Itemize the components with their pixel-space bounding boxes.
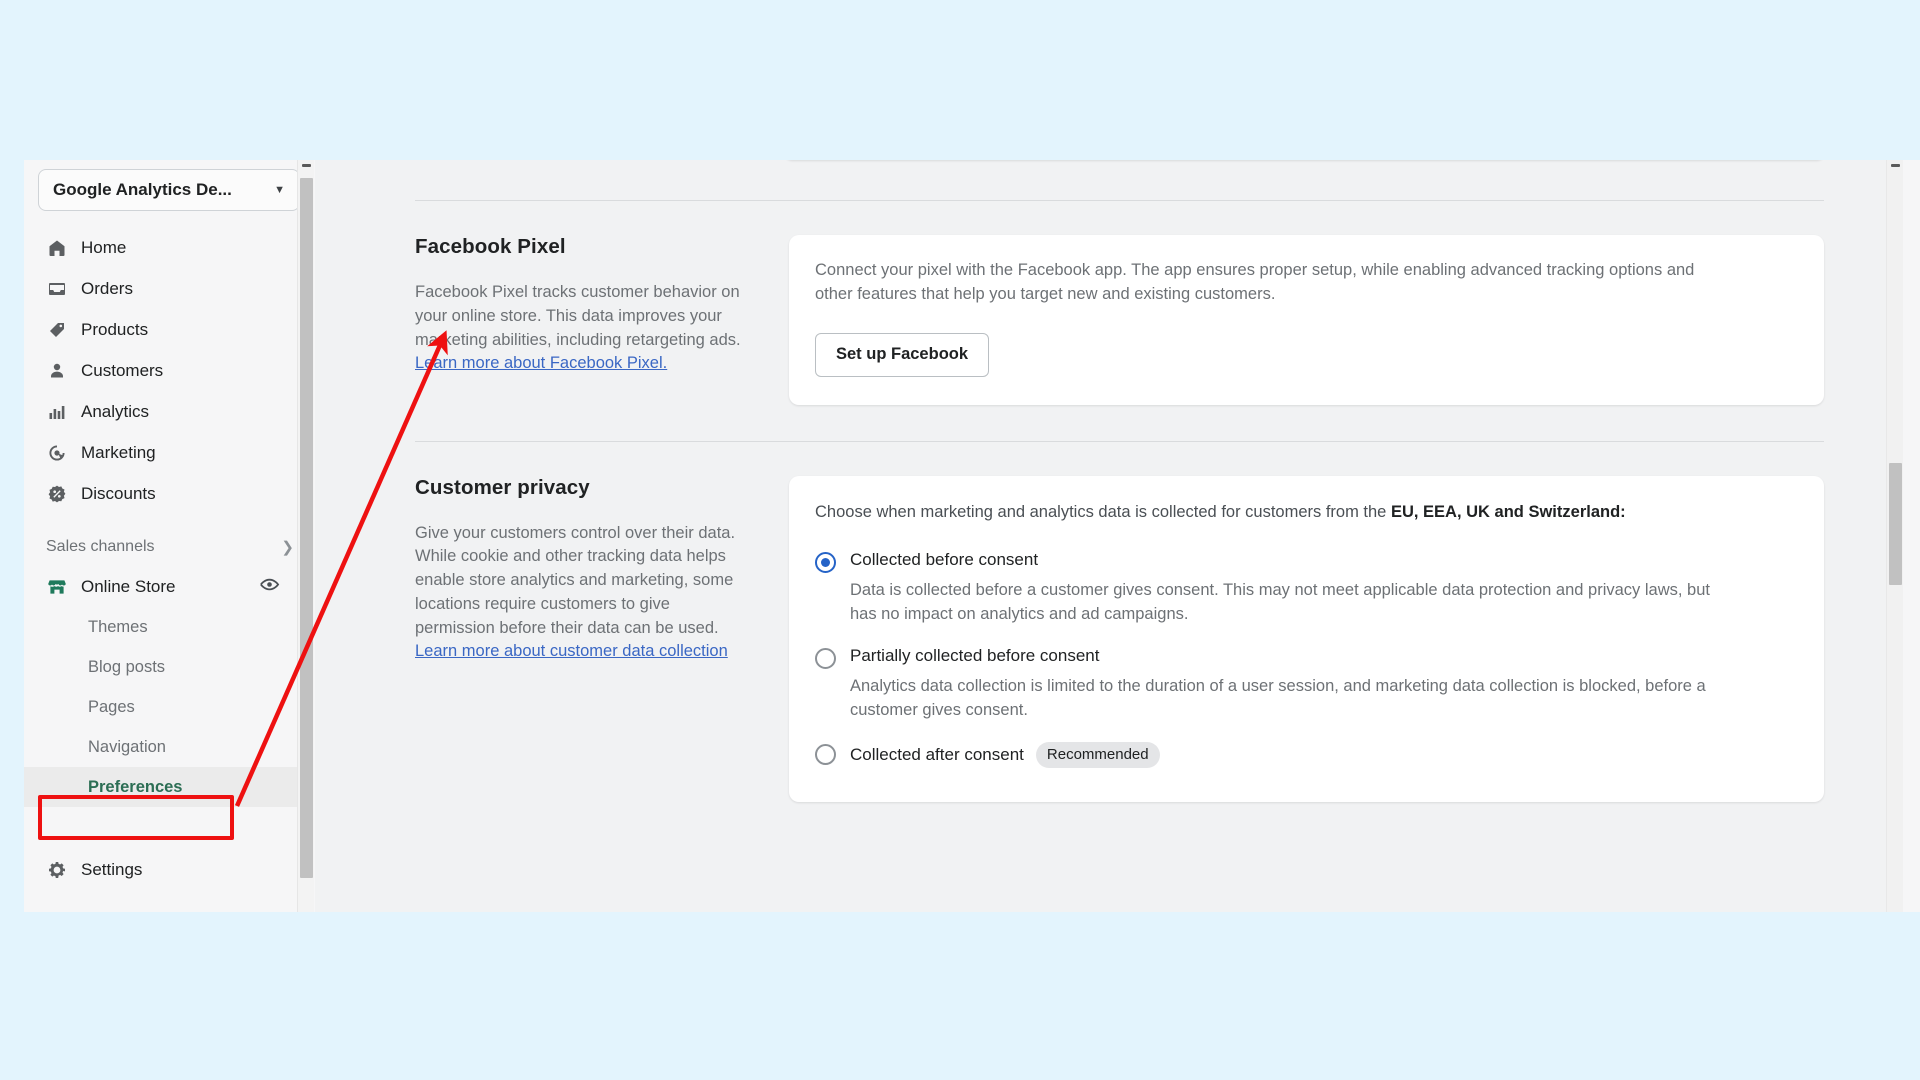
customer-privacy-card: Choose when marketing and analytics data… — [789, 475, 1824, 802]
radio-collected-before-consent[interactable] — [815, 552, 836, 574]
sidebar-scrollbar[interactable] — [297, 160, 314, 912]
section-description: Facebook Pixel tracks customer behavior … — [415, 281, 745, 376]
consent-option-main: Collected after consent Recommended — [850, 741, 1160, 768]
consent-choice-label: Choose when marketing and analytics data… — [815, 500, 1715, 525]
consent-option-help: Data is collected before a customer give… — [850, 581, 1710, 623]
storefront-icon — [46, 576, 67, 597]
customer-person-icon — [46, 360, 67, 381]
analytics-bars-icon — [46, 401, 67, 422]
marketing-target-icon — [46, 442, 67, 463]
consent-option-row[interactable]: Collected after consent Recommended — [815, 741, 1798, 768]
consent-option-help: Analytics data collection is limited to … — [850, 677, 1706, 719]
customer-privacy-section: Customer privacy Give your customers con… — [315, 442, 1886, 838]
section-title: Customer privacy — [415, 475, 590, 499]
sidebar-item-settings[interactable]: Settings — [24, 849, 314, 890]
sales-channels-label: Sales channels — [46, 538, 155, 555]
main-content: Facebook Pixel Facebook Pixel tracks cus… — [315, 160, 1903, 912]
consent-option-row[interactable]: Collected before consent — [815, 550, 1798, 574]
sidebar-item-home[interactable]: Home — [24, 227, 314, 268]
consent-option: Collected before consent Data is collect… — [815, 550, 1798, 626]
consent-option-main: Partially collected before consent — [850, 646, 1099, 666]
customer-privacy-info: Customer privacy Give your customers con… — [415, 476, 745, 802]
sidebar-item-products[interactable]: Products — [24, 309, 314, 350]
store-switcher-label: Google Analytics De... — [53, 180, 232, 199]
primary-nav: Home Orders Products Customers Analytics… — [24, 227, 314, 514]
customer-privacy-learn-more-link[interactable]: Learn more about customer data collectio… — [415, 640, 728, 664]
sidebar-item-label: Pages — [88, 697, 135, 716]
customer-privacy-description-text: Give your customers control over their d… — [415, 523, 736, 637]
radio-collected-after-consent[interactable] — [815, 743, 836, 765]
sidebar-item-label: Preferences — [88, 777, 183, 796]
sidebar-item-label: Discounts — [81, 483, 156, 503]
facebook-pixel-card: Connect your pixel with the Facebook app… — [789, 235, 1824, 405]
sidebar-item-label: Blog posts — [88, 657, 166, 676]
store-switcher[interactable]: Google Analytics De... ▼ — [38, 169, 300, 211]
main-scrollbar[interactable] — [1886, 160, 1903, 912]
eye-icon[interactable] — [259, 574, 300, 600]
facebook-pixel-description-text: Facebook Pixel tracks customer behavior … — [415, 283, 741, 349]
consent-choice-prefix: Choose when marketing and analytics data… — [815, 502, 1391, 521]
sidebar-item-label: Settings — [81, 859, 143, 879]
consent-option-label: Collected after consent — [850, 744, 1024, 764]
scroll-up-arrow-icon[interactable] — [302, 164, 311, 167]
orders-inbox-icon — [46, 278, 67, 299]
section-title: Facebook Pixel — [415, 235, 566, 258]
set-up-facebook-button[interactable]: Set up Facebook — [815, 332, 990, 377]
sidebar-item-label: Customers — [81, 360, 164, 380]
sidebar-item-label: Online Store — [81, 576, 176, 596]
sidebar-item-customers[interactable]: Customers — [24, 350, 314, 391]
facebook-pixel-section: Facebook Pixel Facebook Pixel tracks cus… — [315, 201, 1886, 441]
consent-option: Partially collected before consent Analy… — [815, 646, 1798, 722]
radio-partially-collected-before-consent[interactable] — [815, 648, 836, 670]
sidebar-item-label: Analytics — [81, 401, 150, 421]
sidebar-item-label: Marketing — [81, 442, 156, 462]
settings-scroll-area: Facebook Pixel Facebook Pixel tracks cus… — [315, 160, 1886, 838]
chevron-down-icon: ▼ — [274, 184, 285, 196]
product-tag-icon — [46, 319, 67, 340]
facebook-pixel-learn-more-link[interactable]: Learn more about Facebook Pixel. — [415, 352, 667, 376]
sidebar-item-label: Home — [81, 237, 127, 257]
consent-option: Collected after consent Recommended — [815, 741, 1798, 768]
sidebar-item-label: Navigation — [88, 737, 166, 756]
discount-percent-icon — [46, 483, 67, 504]
recommended-badge: Recommended — [1035, 741, 1160, 768]
sidebar-scrollbar-thumb[interactable] — [300, 178, 313, 878]
facebook-pixel-info: Facebook Pixel Facebook Pixel tracks cus… — [415, 235, 745, 405]
sidebar-item-label: Orders — [81, 278, 133, 298]
consent-option-main: Collected before consent — [850, 550, 1038, 570]
sidebar-item-label: Products — [81, 319, 149, 339]
main-scrollbar-thumb[interactable] — [1889, 463, 1902, 585]
home-icon — [46, 237, 67, 258]
gear-icon — [46, 859, 67, 880]
chevron-right-icon: ❯ — [281, 539, 294, 556]
sidebar-item-orders[interactable]: Orders — [24, 268, 314, 309]
sidebar-item-pages[interactable]: Pages — [24, 687, 314, 727]
sidebar-item-themes[interactable]: Themes — [24, 607, 314, 647]
browser-viewport: Google Analytics De... ▼ Home Orders Pro… — [24, 160, 1920, 912]
sidebar-item-blog-posts[interactable]: Blog posts — [24, 647, 314, 687]
sidebar-item-navigation[interactable]: Navigation — [24, 727, 314, 767]
consent-option-label: Partially collected before consent — [850, 646, 1100, 666]
sidebar-item-label: Themes — [88, 617, 148, 636]
sidebar-item-analytics[interactable]: Analytics — [24, 391, 314, 432]
facebook-pixel-card-text: Connect your pixel with the Facebook app… — [815, 261, 1695, 303]
sidebar-item-discounts[interactable]: Discounts — [24, 473, 314, 514]
sidebar-item-marketing[interactable]: Marketing — [24, 432, 314, 473]
consent-radio-group: Collected before consent Data is collect… — [815, 550, 1798, 768]
consent-choice-regions: EU, EEA, UK and Switzerland: — [1390, 502, 1626, 521]
section-description: Give your customers control over their d… — [415, 522, 745, 665]
scroll-up-arrow-icon[interactable] — [1891, 164, 1900, 167]
sales-channels-header[interactable]: Sales channels ❯ — [24, 528, 314, 566]
annotation-highlight-box — [38, 795, 234, 840]
sidebar-item-online-store[interactable]: Online Store — [24, 566, 314, 607]
consent-option-label: Collected before consent — [850, 550, 1039, 570]
consent-option-row[interactable]: Partially collected before consent — [815, 646, 1798, 670]
